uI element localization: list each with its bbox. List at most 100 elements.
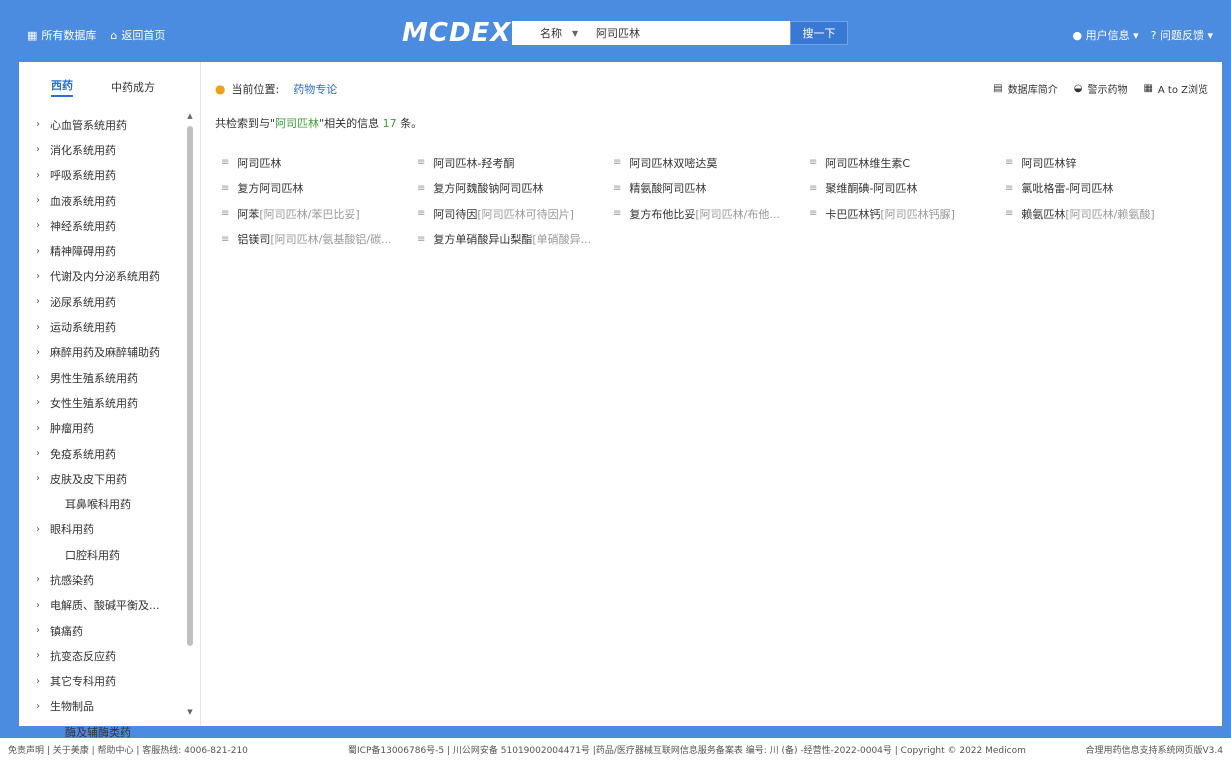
sidebar-category-label: 镇痛药 (50, 624, 83, 638)
sidebar-category-item[interactable]: › 泌尿系统用药 (19, 289, 189, 314)
search-button[interactable]: 搜一下 (790, 21, 848, 45)
sidebar-category-label: 生物制品 (50, 700, 94, 714)
result-name: 赖氨匹林 (1021, 207, 1066, 221)
sidebar-category-item[interactable]: › 心血管系统用药 (19, 112, 189, 137)
sidebar-category-item[interactable]: › 麻醉用药及麻醉辅助药 (19, 340, 189, 365)
list-icon: ≡ (1005, 182, 1014, 194)
result-alias: [阿司匹林/赖氨酸] (1065, 207, 1155, 221)
grid-icon: ▦ (27, 29, 38, 42)
result-row: ≡ 阿司匹林 ≡ 阿司匹林-羟考酮 ≡ 阿司匹林双嘧达莫 ≡ 阿司匹林维生素C ≡ 阿司匹林锌 (221, 150, 1221, 176)
help-icon: ? (1150, 29, 1157, 42)
sidebar-category-item[interactable]: › 眼科用药 (19, 517, 189, 542)
chevron-right-icon: › (36, 599, 40, 611)
sidebar-category-item[interactable]: › 镇痛药 (19, 618, 189, 643)
list-icon: ≡ (221, 157, 230, 169)
scroll-up-icon[interactable]: ▲ (186, 112, 194, 120)
list-icon: ≡ (221, 233, 230, 245)
sidebar-category-item[interactable]: › 电解质、酸碱平衡及... (19, 593, 189, 618)
document-icon: ▤ (993, 83, 1003, 94)
result-item[interactable]: ≡ 阿司匹林双嘧达莫 (613, 155, 809, 171)
result-item[interactable]: ≡ 复方布他比妥 [阿司匹林/布他... (613, 206, 809, 222)
toolbar: ▤ 数据库简介 ◒ 警示药物 ▦ A to Z浏览 (993, 81, 1208, 96)
sidebar-category-label: 呼吸系统用药 (50, 169, 116, 183)
result-item[interactable]: ≡ 卡巴匹林钙 [阿司匹林钙脲] (809, 206, 1005, 222)
footer-links[interactable]: 免责声明 | 关于美康 | 帮助中心 | 客服热线: 4006-821-210 (8, 743, 248, 756)
tab-western-medicine[interactable]: 西药 (51, 77, 73, 97)
sidebar-category-item[interactable]: › 血液系统用药 (19, 188, 189, 213)
result-item[interactable]: ≡ 阿司匹林锌 (1005, 155, 1201, 171)
result-item[interactable]: ≡ 精氨酸阿司匹林 (613, 180, 809, 196)
sidebar-category-item[interactable]: › 呼吸系统用药 (19, 163, 189, 188)
sidebar-category-item[interactable]: › 精神障碍用药 (19, 238, 189, 263)
sidebar-category-item[interactable]: › 代谢及内分泌系统用药 (19, 264, 189, 289)
sidebar-category-item[interactable]: › 皮肤及皮下用药 (19, 466, 189, 491)
home-link[interactable]: ⌂ 返回首页 (110, 27, 165, 43)
sidebar-category-item[interactable]: › 男性生殖系统用药 (19, 365, 189, 390)
search-box: 名称 ▼ 阿司匹林 (512, 21, 790, 45)
sidebar-category-item[interactable]: › 肿瘤用药 (19, 416, 189, 441)
feedback-menu[interactable]: ? 问题反馈 ▾ (1151, 27, 1213, 43)
sidebar-category-label: 免疫系统用药 (50, 447, 116, 461)
sidebar-category-item[interactable]: › 消化系统用药 (19, 137, 189, 162)
chevron-right-icon: › (36, 346, 40, 358)
sidebar-scrollbar[interactable]: ▲ ▼ (186, 112, 194, 716)
result-item[interactable]: ≡ 阿司待因 [阿司匹林可待因片] (417, 206, 613, 222)
result-alias: [阿司匹林/布他... (695, 207, 780, 221)
database-intro-link[interactable]: ▤ 数据库简介 (993, 81, 1057, 96)
sidebar-category-item[interactable]: 口腔科用药 (19, 542, 189, 567)
chevron-right-icon: › (36, 296, 40, 308)
result-item[interactable]: ≡ 阿司匹林维生素C (809, 155, 1005, 171)
chevron-right-icon: › (36, 625, 40, 637)
search-category-select[interactable]: 名称 ▼ (512, 25, 592, 41)
sidebar-category-item[interactable]: › 抗变态反应药 (19, 643, 189, 668)
sidebar-category-item[interactable]: › 神经系统用药 (19, 213, 189, 238)
sidebar-category-label: 消化系统用药 (50, 143, 116, 157)
sidebar-category-item[interactable]: › 生物制品 (19, 694, 189, 719)
sidebar-category-item[interactable]: › 其它专科用药 (19, 669, 189, 694)
result-item[interactable]: ≡ 复方阿司匹林 (221, 180, 417, 196)
scroll-down-icon[interactable]: ▼ (186, 708, 194, 716)
list-icon: ≡ (809, 157, 818, 169)
result-name: 卡巴匹林钙 (825, 207, 881, 221)
result-item[interactable]: ≡ 复方单硝酸异山梨酯 [单硝酸异... (417, 231, 613, 247)
result-item[interactable]: ≡ 聚维酮碘-阿司匹林 (809, 180, 1005, 196)
result-name: 阿司匹林维生素C (825, 156, 911, 170)
user-info-menu[interactable]: ● 用户信息 ▾ (1072, 27, 1138, 43)
list-icon: ≡ (613, 157, 622, 169)
result-item[interactable]: ≡ 铝镁司 [阿司匹林/氨基酸铝/碳... (221, 231, 417, 247)
list-icon: ≡ (417, 208, 426, 220)
sidebar-category-item[interactable]: › 女性生殖系统用药 (19, 390, 189, 415)
list-icon: ≡ (809, 182, 818, 194)
a-to-z-link[interactable]: ▦ A to Z浏览 (1143, 81, 1208, 96)
grid-icon: ▦ (1143, 83, 1153, 94)
warning-drugs-link[interactable]: ◒ 警示药物 (1074, 81, 1128, 96)
chevron-down-icon: ▾ (1133, 29, 1139, 42)
chevron-right-icon: › (36, 270, 40, 282)
result-item[interactable]: ≡ 阿司匹林-羟考酮 (417, 155, 613, 171)
all-databases-link[interactable]: ▦ 所有数据库 (27, 27, 96, 43)
result-item[interactable]: ≡ 阿司匹林 (221, 155, 417, 171)
sidebar-category-label: 电解质、酸碱平衡及... (50, 599, 160, 613)
sidebar-category-item[interactable]: › 免疫系统用药 (19, 441, 189, 466)
result-item[interactable]: ≡ 阿苯 [阿司匹林/苯巴比妥] (221, 206, 417, 222)
breadcrumb-current[interactable]: 药物专论 (293, 81, 337, 97)
sidebar-category-label: 男性生殖系统用药 (50, 371, 138, 385)
home-icon: ⌂ (110, 29, 118, 42)
sidebar-category-item[interactable]: 耳鼻喉科用药 (19, 491, 189, 516)
chevron-right-icon: › (36, 321, 40, 333)
result-alias: [阿司匹林/氨基酸铝/碳... (270, 233, 392, 247)
result-name: 复方阿司匹林 (237, 182, 304, 196)
result-row: ≡ 阿苯 [阿司匹林/苯巴比妥] ≡ 阿司待因 [阿司匹林可待因片] ≡ 复方布他比妥 [阿司匹… (221, 201, 1221, 227)
result-name: 阿司匹林双嘧达莫 (629, 156, 718, 170)
scrollbar-thumb[interactable] (187, 126, 193, 646)
sidebar-category-label: 运动系统用药 (50, 321, 116, 335)
result-item[interactable]: ≡ 氯吡格雷-阿司匹林 (1005, 180, 1201, 196)
chevron-right-icon: › (36, 574, 40, 586)
result-item[interactable]: ≡ 复方阿魏酸钠阿司匹林 (417, 180, 613, 196)
result-item[interactable]: ≡ 赖氨匹林 [阿司匹林/赖氨酸] (1005, 206, 1201, 222)
sidebar-category-item[interactable]: › 抗感染药 (19, 567, 189, 592)
tab-chinese-medicine[interactable]: 中药成方 (111, 79, 155, 95)
search-input[interactable]: 阿司匹林 (592, 25, 790, 41)
sidebar-category-item[interactable]: › 运动系统用药 (19, 314, 189, 339)
list-icon: ≡ (1005, 157, 1014, 169)
